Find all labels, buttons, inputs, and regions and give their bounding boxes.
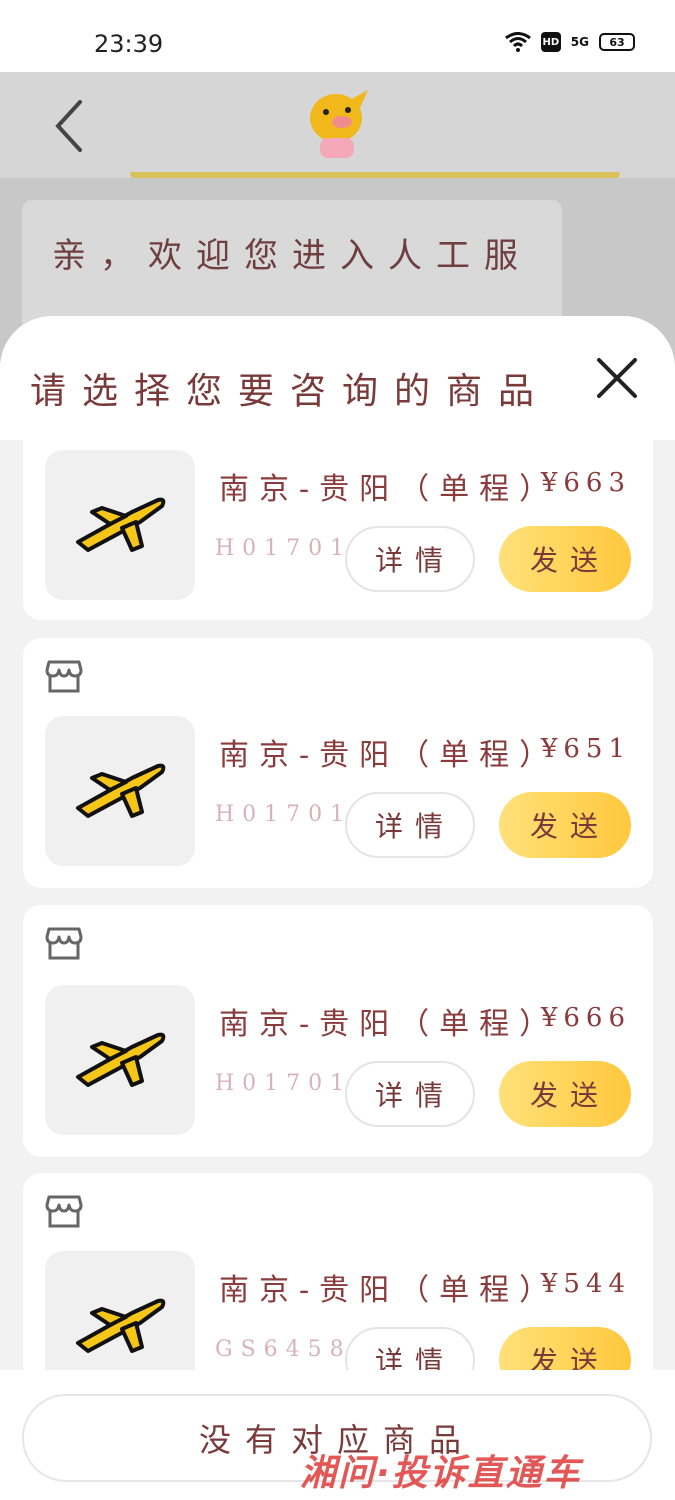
chat-header [0, 72, 675, 182]
detail-button[interactable]: 详情 [345, 1061, 475, 1127]
product-code: GS6458 [215, 1337, 352, 1362]
product-thumbnail [45, 985, 195, 1135]
hd-badge: HD [540, 32, 561, 52]
product-code: H01701 [215, 1071, 353, 1096]
sheet-header: 请选择您要咨询的商品 [0, 316, 675, 440]
product-price: ¥544 [540, 1269, 631, 1299]
product-list[interactable]: 南京-贵阳（单程） ¥663 H01701 详情 发送 南京-贵阳（单程） ¥6… [0, 440, 675, 1370]
close-icon[interactable] [595, 356, 639, 400]
product-thumbnail [45, 1251, 195, 1370]
sheet-title: 请选择您要咨询的商品 [30, 371, 551, 412]
product-card: 南京-贵阳（单程） ¥544 GS6458 详情 发送 [23, 1173, 653, 1370]
product-route: 南京-贵阳（单程） [219, 472, 560, 507]
store-icon [45, 927, 83, 960]
product-card: 南京-贵阳（单程） ¥663 H01701 详情 发送 [23, 440, 653, 620]
detail-button[interactable]: 详情 [345, 1327, 475, 1370]
detail-button[interactable]: 详情 [345, 526, 475, 592]
signal-icon: 5G [570, 35, 589, 49]
send-button[interactable]: 发送 [499, 792, 631, 858]
chat-greeting: 亲，欢迎您进入人工服 [52, 236, 532, 276]
watermark-logo: 湘问·投诉直通车 [300, 1453, 582, 1494]
product-thumbnail [45, 450, 195, 600]
store-icon [45, 660, 83, 693]
status-time: 23:39 [94, 30, 164, 58]
send-button[interactable]: 发送 [499, 526, 631, 592]
battery-icon: 63 [599, 33, 635, 51]
product-selection-sheet: 请选择您要咨询的商品 南京-贵阳（单程） ¥663 H01701 详情 发送 南… [0, 316, 675, 1500]
product-code: H01701 [215, 536, 353, 561]
product-code: H01701 [215, 802, 353, 827]
back-arrow-icon[interactable] [50, 96, 90, 156]
product-route: 南京-贵阳（单程） [219, 738, 560, 773]
product-thumbnail [45, 716, 195, 866]
airplane-icon [76, 1032, 166, 1087]
detail-button[interactable]: 详情 [345, 792, 475, 858]
product-price: ¥663 [540, 468, 631, 498]
store-icon [45, 1195, 83, 1228]
status-bar: 23:39 HD 5G 63 [0, 0, 675, 72]
status-icons: HD 5G 63 [504, 32, 635, 52]
product-price: ¥666 [540, 1003, 631, 1033]
airplane-icon [76, 1298, 166, 1353]
wifi-icon [504, 32, 531, 52]
airplane-icon [76, 763, 166, 818]
send-button[interactable]: 发送 [499, 1061, 631, 1127]
product-route: 南京-贵阳（单程） [219, 1273, 560, 1308]
send-button[interactable]: 发送 [499, 1327, 631, 1370]
product-card: 南京-贵阳（单程） ¥666 H01701 详情 发送 [23, 905, 653, 1157]
product-card: 南京-贵阳（单程） ¥651 H01701 详情 发送 [23, 638, 653, 888]
product-price: ¥651 [540, 734, 631, 764]
mascot-avatar [310, 90, 368, 158]
product-route: 南京-贵阳（单程） [219, 1007, 560, 1042]
airplane-icon [76, 497, 166, 552]
